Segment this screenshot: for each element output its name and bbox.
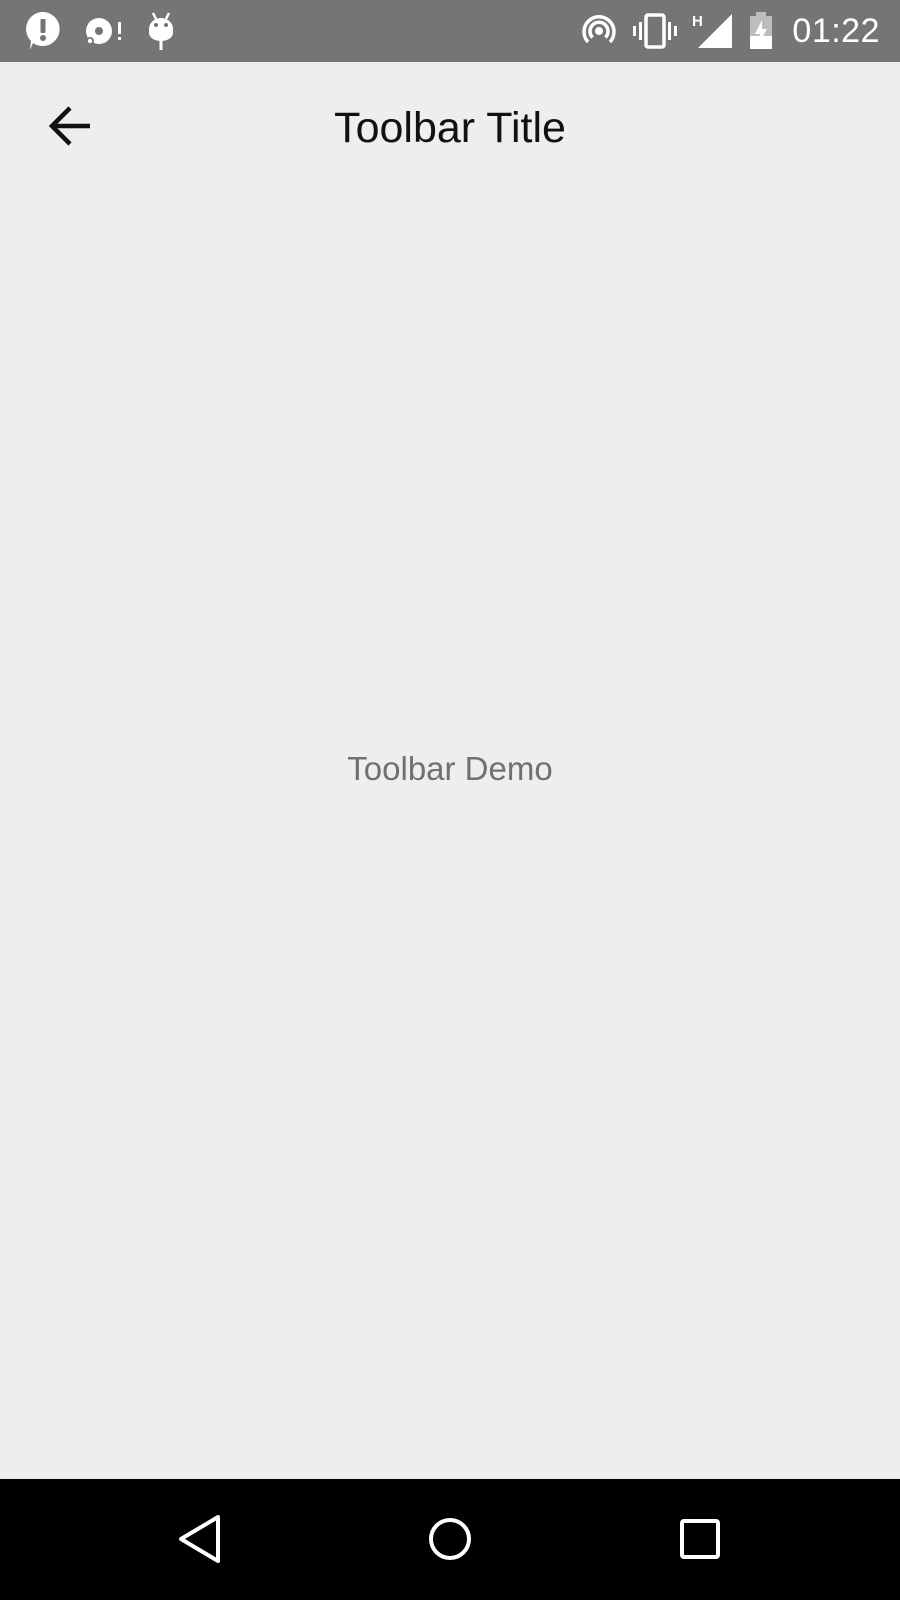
status-clock: 01:22 <box>792 11 880 50</box>
android-debug-icon <box>149 12 173 50</box>
nav-home-button[interactable] <box>420 1509 480 1569</box>
navigation-bar <box>0 1479 900 1600</box>
disc-alert-icon <box>86 18 121 45</box>
notification-area <box>0 0 176 62</box>
content-area: Toolbar Demo <box>0 206 900 1479</box>
svg-text:H: H <box>692 13 703 30</box>
nav-recents-button[interactable] <box>670 1509 730 1569</box>
battery-charging-icon <box>750 12 773 49</box>
nav-back-icon <box>179 1515 220 1563</box>
alert-bubble-icon <box>26 12 60 50</box>
toolbar-title: Toolbar Title <box>334 104 566 152</box>
toolbar: Toolbar Title <box>0 62 900 206</box>
system-status-area: H 01:22 <box>580 0 900 62</box>
hotspot-icon <box>582 15 617 44</box>
phone-screen: H 01:22 Toolbar Title Toolbar Demo <box>0 0 900 1600</box>
demo-label: Toolbar Demo <box>347 750 553 787</box>
signal-h-icon: H <box>692 13 733 48</box>
nav-back-button[interactable] <box>170 1509 230 1569</box>
nav-recents-icon <box>680 1519 720 1559</box>
status-bar: H 01:22 <box>0 0 900 62</box>
nav-home-icon <box>429 1518 471 1560</box>
vibrate-icon <box>633 13 678 49</box>
